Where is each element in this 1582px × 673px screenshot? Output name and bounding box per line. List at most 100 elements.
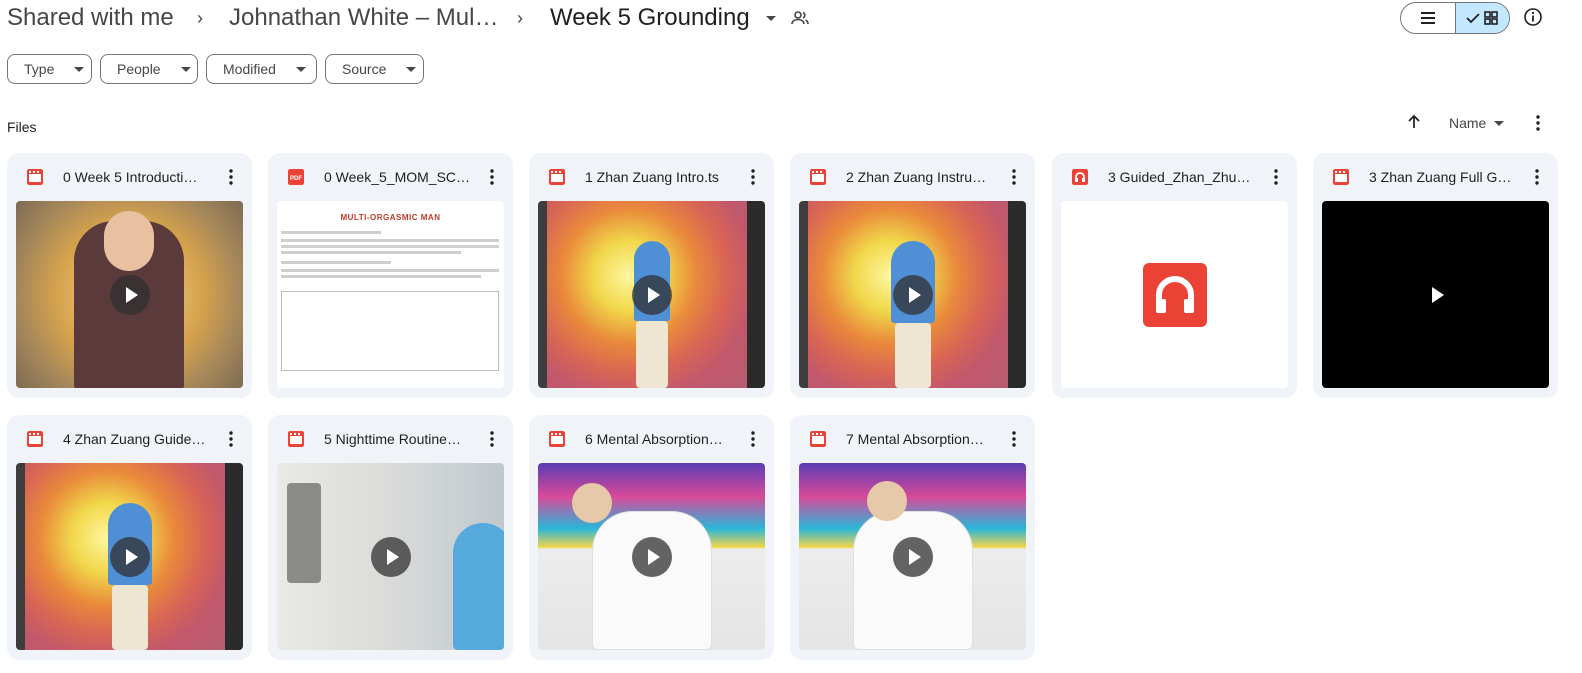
file-thumbnail [799,463,1026,650]
chevron-down-icon [74,66,85,72]
sort-by-button[interactable]: Name [1449,115,1505,131]
top-bar: Shared with me › Johnathan White – Mul… … [0,0,1582,40]
file-card-header: 3 Guided_Zhan_Zhu… [1052,153,1297,201]
breadcrumb-separator: › [517,8,523,28]
file-card[interactable]: 7 Mental Absorption… [790,415,1035,660]
play-icon [109,536,150,577]
file-name: 6 Mental Absorption… [585,431,723,447]
document-line [281,239,499,242]
person-figure [592,511,712,650]
filter-modified-label: Modified [223,61,276,77]
file-card[interactable]: 4 Zhan Zuang Guide… [7,415,252,660]
video-file-icon [1333,169,1349,185]
list-view-button[interactable] [1401,3,1455,33]
file-name: 7 Mental Absorption… [846,431,984,447]
document-line [281,245,499,248]
filter-source-label: Source [342,61,387,77]
file-name: 2 Zhan Zuang Instru… [846,169,987,185]
play-icon [631,536,672,577]
document-line [281,251,461,254]
file-card[interactable]: 5 Nighttime Routine… [268,415,513,660]
video-file-icon [549,431,565,447]
filter-people-label: People [117,61,161,77]
file-name: 0 Week_5_MOM_SC… [324,169,471,185]
more-vert-icon[interactable] [743,167,763,187]
file-card-header: 0 Week 5 Introducti… [7,153,252,201]
breadcrumb-parent-folder[interactable]: Johnathan White – Mul… [229,4,498,32]
chevron-down-icon [766,16,777,22]
more-vert-icon[interactable] [1527,167,1547,187]
document-line [281,269,499,272]
document-line [281,231,381,234]
filter-type-label: Type [24,61,55,77]
check-icon [1466,13,1480,24]
person-figure [853,511,973,650]
more-vert-icon[interactable] [1004,429,1024,449]
more-vert-icon[interactable] [482,167,502,187]
filter-type[interactable]: Type [7,54,92,84]
video-file-icon [549,169,565,185]
more-vert-icon[interactable] [221,167,241,187]
list-icon [1420,12,1435,24]
file-card-header: 2 Zhan Zuang Instru… [790,153,1035,201]
more-vert-icon[interactable] [1530,114,1546,137]
video-file-icon [288,431,304,447]
file-thumbnail [538,201,765,388]
play-icon [892,536,933,577]
grid-view-button[interactable] [1454,3,1509,33]
file-card[interactable]: 0 Week 5 Introducti… [7,153,252,398]
breadcrumb-separator: › [197,8,203,28]
file-name: 4 Zhan Zuang Guide… [63,431,206,447]
more-vert-icon[interactable] [482,429,502,449]
file-thumbnail: MULTI-ORGASMIC MAN [277,201,504,388]
current-folder-name: Week 5 Grounding [550,4,750,31]
file-thumbnail [277,463,504,650]
file-card[interactable]: 1 Zhan Zuang Intro.ts [529,153,774,398]
person-head [104,211,154,271]
more-vert-icon[interactable] [221,429,241,449]
video-file-icon [27,169,43,185]
file-card[interactable]: 2 Zhan Zuang Instru… [790,153,1035,398]
file-card-header: 7 Mental Absorption… [790,415,1035,463]
more-vert-icon[interactable] [743,429,763,449]
filter-source[interactable]: Source [325,54,424,84]
file-name: 0 Week 5 Introducti… [63,169,198,185]
person-figure [453,523,504,650]
person-legs [895,323,931,388]
document-title: MULTI-ORGASMIC MAN [340,213,441,222]
file-card[interactable]: 6 Mental Absorption… [529,415,774,660]
play-icon [1416,275,1456,315]
file-thumbnail [16,463,243,650]
chevron-down-icon [180,66,191,72]
file-thumbnail [538,463,765,650]
more-vert-icon[interactable] [1004,167,1024,187]
file-name: 3 Zhan Zuang Full G… [1369,169,1512,185]
file-card-header: 5 Nighttime Routine… [268,415,513,463]
person-legs [636,321,668,388]
more-vert-icon[interactable] [1266,167,1286,187]
file-card-header: 3 Zhan Zuang Full G… [1313,153,1558,201]
arrow-up-icon[interactable] [1405,113,1423,136]
chevron-down-icon [406,66,417,72]
person-head [572,483,612,523]
breadcrumb-current-folder[interactable]: Week 5 Grounding [550,4,777,32]
play-icon [631,274,672,315]
breadcrumb-shared-with-me[interactable]: Shared with me [7,4,174,32]
person-legs [112,585,148,650]
people-icon[interactable] [790,8,810,33]
file-card[interactable]: 3 Zhan Zuang Full G… [1313,153,1558,398]
video-file-icon [810,169,826,185]
file-card[interactable]: PDF 0 Week_5_MOM_SC… MULTI-ORGASMIC MAN [268,153,513,398]
filter-people[interactable]: People [100,54,198,84]
filter-modified[interactable]: Modified [206,54,317,84]
files-section-label: Files [7,119,37,135]
info-icon[interactable] [1523,7,1543,32]
document-line [281,261,391,264]
file-thumbnail [1061,201,1288,388]
file-card[interactable]: 3 Guided_Zhan_Zhu… [1052,153,1297,398]
headphones-icon [1143,263,1207,327]
chevron-down-icon [1494,120,1505,126]
file-card-header: 1 Zhan Zuang Intro.ts [529,153,774,201]
video-file-icon [27,431,43,447]
audio-file-icon [1072,169,1088,185]
